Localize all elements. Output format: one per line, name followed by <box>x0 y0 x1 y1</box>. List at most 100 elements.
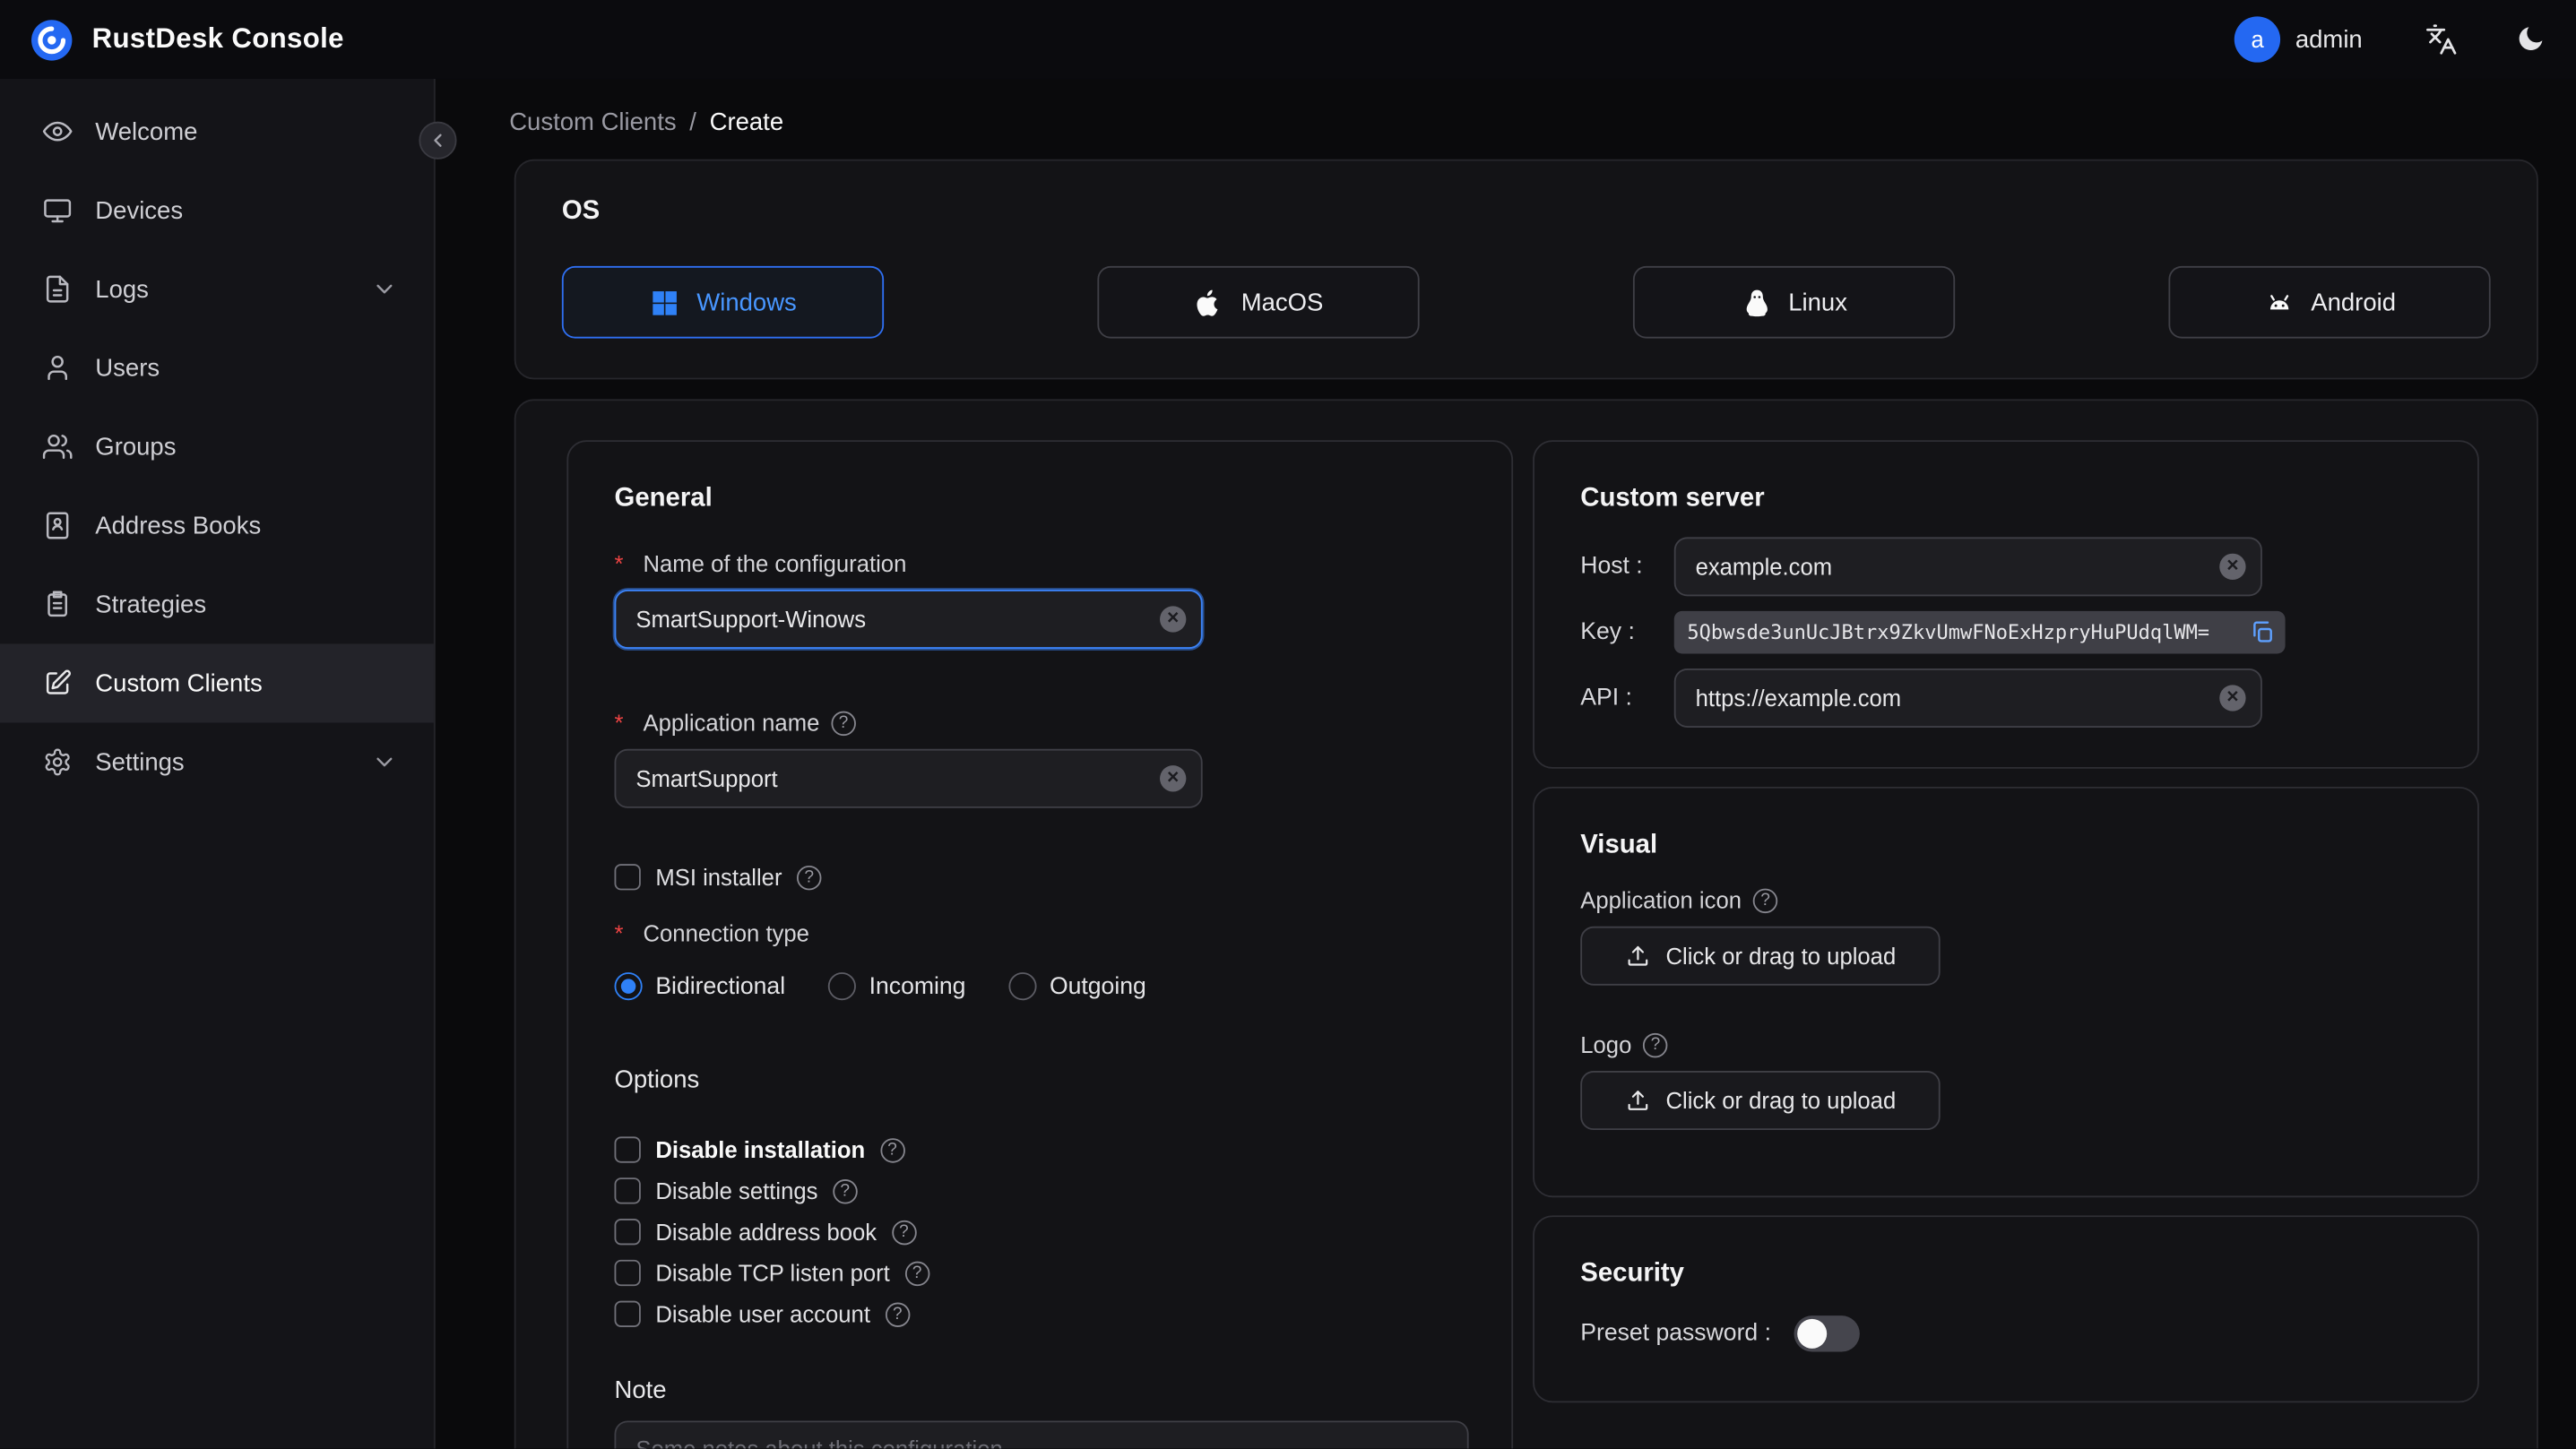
note-textarea[interactable] <box>614 1420 1469 1449</box>
breadcrumb-current: Create <box>709 108 784 137</box>
option-disable-tcp-listen-port: Disable TCP listen port <box>614 1259 1465 1287</box>
application-icon-label: Application icon <box>1580 887 2431 913</box>
dark-mode-icon[interactable] <box>2513 23 2546 56</box>
edit-square-icon <box>43 668 73 698</box>
security-card: Security Preset password : <box>1533 1215 2479 1403</box>
msi-installer-label: MSI installer <box>655 864 782 891</box>
os-button-label: Linux <box>1788 288 1847 316</box>
radio-label: Bidirectional <box>655 972 786 1000</box>
os-button-windows[interactable]: Windows <box>561 265 885 339</box>
sidebar-item-users[interactable]: Users <box>0 329 434 408</box>
sidebar-item-settings[interactable]: Settings <box>0 722 434 801</box>
rustdesk-console-app: RustDesk Console a admin Welcome Devices… <box>0 0 2576 1449</box>
clear-icon[interactable] <box>2219 553 2246 581</box>
breadcrumb-parent[interactable]: Custom Clients <box>509 108 676 136</box>
os-button-android[interactable]: Android <box>2168 265 2491 339</box>
app-title: RustDesk Console <box>91 22 344 55</box>
copy-icon[interactable] <box>2249 619 2275 645</box>
config-name-input[interactable] <box>614 590 1203 649</box>
sidebar-item-strategies[interactable]: Strategies <box>0 565 434 644</box>
sidebar-item-devices[interactable]: Devices <box>0 171 434 250</box>
help-icon[interactable] <box>885 1301 910 1327</box>
msi-installer-checkbox[interactable] <box>614 864 641 891</box>
help-icon[interactable] <box>831 710 856 736</box>
apple-icon <box>1194 287 1225 318</box>
radio-incoming[interactable]: Incoming <box>827 972 966 1001</box>
radio-label: Incoming <box>869 972 966 1000</box>
os-section: OS Windows MacOS Linux Android <box>514 159 2538 380</box>
sidebar-item-label: Strategies <box>95 590 207 619</box>
sidebar-item-label: Welcome <box>95 117 198 146</box>
os-button-label: MacOS <box>1240 288 1324 316</box>
logo-upload-button[interactable]: Click or drag to upload <box>1580 1071 1941 1131</box>
preset-password-toggle[interactable] <box>1794 1315 1860 1352</box>
preset-password-row: Preset password : <box>1580 1315 2431 1352</box>
upload-icon <box>1628 945 1648 966</box>
application-icon-upload-button[interactable]: Click or drag to upload <box>1580 926 1941 986</box>
msi-installer-row: MSI installer <box>614 864 1465 891</box>
connection-type-label-text: Connection type <box>643 919 809 946</box>
disable-user-account-checkbox[interactable] <box>614 1300 641 1327</box>
disable-address-book-checkbox[interactable] <box>614 1219 641 1246</box>
sidebar-item-custom-clients[interactable]: Custom Clients <box>0 643 434 723</box>
option-disable-installation: Disable installation <box>614 1136 1465 1163</box>
configuration-form: General Name of the configuration Applic… <box>514 399 2538 1449</box>
logo-label-text: Logo <box>1580 1031 1632 1058</box>
general-card: General Name of the configuration Applic… <box>566 440 1514 1449</box>
sidebar-item-groups[interactable]: Groups <box>0 408 434 487</box>
help-icon[interactable] <box>1643 1031 1668 1057</box>
help-icon[interactable] <box>1752 887 1778 913</box>
host-input[interactable] <box>1673 537 2262 597</box>
option-disable-settings: Disable settings <box>614 1177 1465 1204</box>
config-name-label-text: Name of the configuration <box>643 550 907 577</box>
upload-button-label: Click or drag to upload <box>1665 1087 1897 1114</box>
custom-server-card: Custom server Host : Key : 5Qbwsde3unUcJ… <box>1533 440 2479 769</box>
file-text-icon <box>43 274 73 304</box>
radio-outgoing[interactable]: Outgoing <box>1008 972 1146 1001</box>
preset-password-label: Preset password : <box>1580 1320 1771 1347</box>
breadcrumb: Custom Clients / Create <box>509 108 2538 136</box>
clear-icon[interactable] <box>1160 765 1187 792</box>
help-icon[interactable] <box>904 1260 929 1286</box>
monitor-icon <box>43 195 73 225</box>
disable-installation-checkbox[interactable] <box>614 1136 641 1163</box>
sidebar-item-label: Custom Clients <box>95 668 263 698</box>
os-button-macos[interactable]: MacOS <box>1097 265 1420 339</box>
radio-label: Outgoing <box>1049 972 1146 1000</box>
language-icon[interactable] <box>2425 23 2458 56</box>
sidebar-item-logs[interactable]: Logs <box>0 250 434 329</box>
app-name-label: Application name <box>615 710 1465 736</box>
disable-tcp-listen-port-checkbox[interactable] <box>614 1259 641 1287</box>
custom-server-title: Custom server <box>1580 484 1765 513</box>
windows-icon <box>649 287 680 318</box>
api-input[interactable] <box>1673 668 2262 728</box>
sidebar: Welcome Devices Logs Users Groups Addres… <box>0 78 436 1449</box>
sidebar-item-label: Groups <box>95 432 177 461</box>
app-name-label-text: Application name <box>643 709 820 737</box>
disable-settings-checkbox[interactable] <box>614 1177 641 1204</box>
sidebar-collapse-button[interactable] <box>419 121 457 160</box>
key-row: Key : 5Qbwsde3unUcJBtrx9ZkvUmwFNoExHzpry… <box>1580 610 2431 654</box>
user-avatar[interactable]: a <box>2235 16 2281 63</box>
clear-icon[interactable] <box>1160 606 1187 633</box>
os-button-linux[interactable]: Linux <box>1632 265 1956 339</box>
right-column: Custom server Host : Key : 5Qbwsde3unUcJ… <box>1533 440 2479 1403</box>
app-name-input[interactable] <box>614 748 1203 808</box>
sidebar-item-address-books[interactable]: Address Books <box>0 487 434 565</box>
option-label: Disable user account <box>655 1300 870 1327</box>
note-label: Note <box>614 1376 667 1405</box>
radio-bidirectional[interactable]: Bidirectional <box>614 972 786 1001</box>
sidebar-item-label: Devices <box>95 196 184 225</box>
api-row: API : <box>1580 668 2431 728</box>
logo-label: Logo <box>1580 1031 2431 1057</box>
help-icon[interactable] <box>832 1178 858 1203</box>
help-icon[interactable] <box>891 1219 917 1245</box>
help-icon[interactable] <box>879 1137 905 1162</box>
clear-icon[interactable] <box>2219 685 2246 712</box>
help-icon[interactable] <box>797 865 822 890</box>
options-label: Options <box>614 1065 700 1094</box>
connection-type-label: Connection type <box>615 919 1465 945</box>
user-name[interactable]: admin <box>2295 25 2363 53</box>
sidebar-item-welcome[interactable]: Welcome <box>0 92 434 171</box>
config-name-label: Name of the configuration <box>615 550 1465 576</box>
